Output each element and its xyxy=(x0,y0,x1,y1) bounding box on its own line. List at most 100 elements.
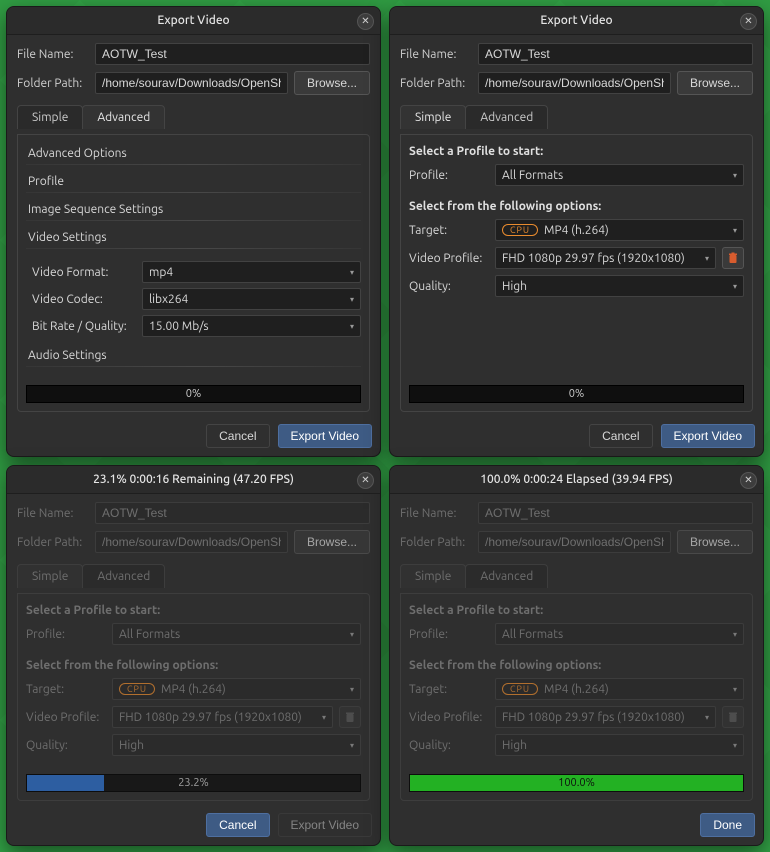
simple-panel: Select a Profile to start: Profile: All … xyxy=(400,593,753,801)
titlebar[interactable]: Export Video ✕ xyxy=(7,7,380,35)
audio-settings-header[interactable]: Audio Settings xyxy=(26,345,361,367)
folder-path-label: Folder Path: xyxy=(400,77,472,90)
titlebar[interactable]: 23.1% 0:00:16 Remaining (47.20 FPS) ✕ xyxy=(7,466,380,494)
tab-simple: Simple xyxy=(400,564,466,588)
select-options-label: Select from the following options: xyxy=(409,200,744,213)
export-window-progress: 23.1% 0:00:16 Remaining (47.20 FPS) ✕ Fi… xyxy=(6,465,381,846)
chevron-down-icon: ▾ xyxy=(322,713,326,722)
tab-simple: Simple xyxy=(17,564,83,588)
file-name-label: File Name: xyxy=(17,507,89,520)
cpu-badge: CPU xyxy=(502,224,538,236)
titlebar[interactable]: Export Video ✕ xyxy=(390,7,763,35)
profile-label: Profile: xyxy=(409,628,489,641)
chevron-down-icon: ▾ xyxy=(350,630,354,639)
window-title: 100.0% 0:00:24 Elapsed (39.94 FPS) xyxy=(480,473,673,486)
cancel-button[interactable]: Cancel xyxy=(206,813,269,837)
chevron-down-icon: ▾ xyxy=(733,226,737,235)
done-button[interactable]: Done xyxy=(700,813,755,837)
close-icon[interactable]: ✕ xyxy=(357,472,374,489)
video-settings-header[interactable]: Video Settings xyxy=(26,227,361,249)
delete-profile-button xyxy=(339,706,361,728)
video-profile-select: FHD 1080p 29.97 fps (1920x1080) ▾ xyxy=(495,706,716,728)
trash-icon xyxy=(344,711,356,723)
quality-label: Quality: xyxy=(26,739,106,752)
profile-header[interactable]: Profile xyxy=(26,171,361,193)
export-button[interactable]: Export Video xyxy=(661,424,756,448)
browse-button: Browse... xyxy=(294,530,370,554)
folder-path-input xyxy=(478,531,671,553)
close-icon[interactable]: ✕ xyxy=(740,472,757,489)
export-window-advanced: Export Video ✕ File Name: Folder Path: B… xyxy=(6,6,381,457)
chevron-down-icon: ▾ xyxy=(350,322,354,331)
quality-select: High ▾ xyxy=(112,734,361,756)
chevron-down-icon: ▾ xyxy=(733,741,737,750)
target-select[interactable]: CPU MP4 (h.264) ▾ xyxy=(495,219,744,241)
tab-advanced[interactable]: Advanced xyxy=(82,105,165,129)
cancel-button[interactable]: Cancel xyxy=(589,424,652,448)
export-window-simple: Export Video ✕ File Name: Folder Path: B… xyxy=(389,6,764,457)
folder-path-label: Folder Path: xyxy=(17,77,89,90)
target-label: Target: xyxy=(409,224,489,237)
image-seq-header[interactable]: Image Sequence Settings xyxy=(26,199,361,221)
tab-advanced: Advanced xyxy=(82,564,165,588)
quality-label: Quality: xyxy=(409,280,489,293)
target-select: CPU MP4 (h.264) ▾ xyxy=(112,678,361,700)
window-title: Export Video xyxy=(540,14,612,27)
chevron-down-icon: ▾ xyxy=(733,282,737,291)
video-profile-label: Video Profile: xyxy=(409,711,489,724)
advanced-options-header[interactable]: Advanced Options xyxy=(26,143,361,165)
close-icon[interactable]: ✕ xyxy=(740,13,757,30)
video-profile-select[interactable]: FHD 1080p 29.97 fps (1920x1080) ▾ xyxy=(495,247,716,269)
video-codec-label: Video Codec: xyxy=(32,293,136,306)
select-options-label: Select from the following options: xyxy=(26,659,361,672)
progress-bar: 23.2% xyxy=(26,774,361,792)
chevron-down-icon: ▾ xyxy=(350,268,354,277)
tabs: Simple Advanced xyxy=(400,564,753,588)
chevron-down-icon: ▾ xyxy=(350,741,354,750)
export-button[interactable]: Export Video xyxy=(278,424,373,448)
video-profile-select: FHD 1080p 29.97 fps (1920x1080) ▾ xyxy=(112,706,333,728)
trash-icon xyxy=(727,711,739,723)
folder-path-input[interactable] xyxy=(478,72,671,94)
chevron-down-icon: ▾ xyxy=(705,713,709,722)
quality-select: High ▾ xyxy=(495,734,744,756)
simple-panel: Select a Profile to start: Profile: All … xyxy=(17,593,370,801)
file-name-label: File Name: xyxy=(400,507,472,520)
target-label: Target: xyxy=(26,683,106,696)
video-format-select[interactable]: mp4 ▾ xyxy=(142,261,361,283)
tabs: Simple Advanced xyxy=(17,564,370,588)
close-icon[interactable]: ✕ xyxy=(357,13,374,30)
cpu-badge: CPU xyxy=(119,683,155,695)
tabs: Simple Advanced xyxy=(17,105,370,129)
tab-advanced[interactable]: Advanced xyxy=(465,105,548,129)
titlebar[interactable]: 100.0% 0:00:24 Elapsed (39.94 FPS) ✕ xyxy=(390,466,763,494)
delete-profile-button[interactable] xyxy=(722,247,744,269)
chevron-down-icon: ▾ xyxy=(350,295,354,304)
bitrate-select[interactable]: 15.00 Mb/s ▾ xyxy=(142,315,361,337)
folder-path-input[interactable] xyxy=(95,72,288,94)
browse-button: Browse... xyxy=(677,530,753,554)
tab-simple[interactable]: Simple xyxy=(400,105,466,129)
tab-simple[interactable]: Simple xyxy=(17,105,83,129)
browse-button[interactable]: Browse... xyxy=(294,71,370,95)
export-button: Export Video xyxy=(278,813,373,837)
cancel-button[interactable]: Cancel xyxy=(206,424,269,448)
window-title: 23.1% 0:00:16 Remaining (47.20 FPS) xyxy=(93,473,294,486)
cpu-badge: CPU xyxy=(502,683,538,695)
video-codec-select[interactable]: libx264 ▾ xyxy=(142,288,361,310)
file-name-input[interactable] xyxy=(478,43,753,65)
file-name-input[interactable] xyxy=(95,43,370,65)
profile-select: All Formats ▾ xyxy=(495,623,744,645)
browse-button[interactable]: Browse... xyxy=(677,71,753,95)
window-title: Export Video xyxy=(157,14,229,27)
profile-select: All Formats ▾ xyxy=(112,623,361,645)
video-format-label: Video Format: xyxy=(32,266,136,279)
progress-bar: 0% xyxy=(26,385,361,403)
quality-select[interactable]: High ▾ xyxy=(495,275,744,297)
trash-icon xyxy=(727,252,739,264)
chevron-down-icon: ▾ xyxy=(733,685,737,694)
profile-select[interactable]: All Formats ▾ xyxy=(495,164,744,186)
video-profile-label: Video Profile: xyxy=(26,711,106,724)
profile-label: Profile: xyxy=(409,169,489,182)
tabs: Simple Advanced xyxy=(400,105,753,129)
